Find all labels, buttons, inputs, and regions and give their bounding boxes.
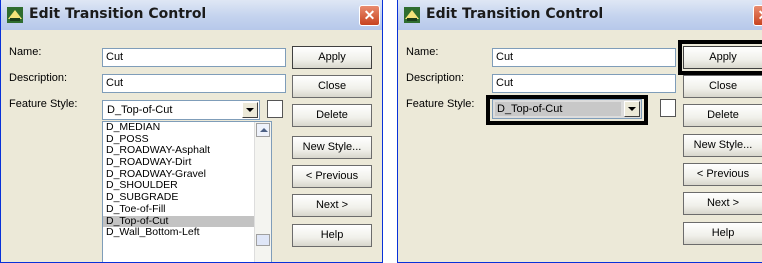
title-bar[interactable]: Edit Transition Control ✕ xyxy=(398,0,762,30)
description-field[interactable]: Cut xyxy=(492,74,676,93)
scroll-up-icon[interactable] xyxy=(256,123,270,137)
edit-transition-control-dialog-right: Edit Transition Control ✕ Name: Cut Desc… xyxy=(397,0,762,263)
feature-style-list[interactable]: D_MEDIAN D_POSS D_ROADWAY-Asphalt D_ROAD… xyxy=(102,121,272,262)
previous-button[interactable]: < Previous xyxy=(683,163,762,186)
close-button[interactable]: Close xyxy=(683,75,762,98)
edit-transition-control-dialog-left: Edit Transition Control ✕ Name: Cut Desc… xyxy=(0,0,383,263)
feature-style-highlight xyxy=(486,95,648,125)
close-button[interactable]: Close xyxy=(292,75,372,98)
name-field[interactable]: Cut xyxy=(102,48,286,67)
previous-button[interactable]: < Previous xyxy=(292,165,372,188)
list-item[interactable]: D_Wall_Bottom-Left xyxy=(103,226,271,239)
list-item[interactable]: D_Toe-of-Fill xyxy=(103,203,271,216)
roadway-app-icon xyxy=(404,7,420,23)
feature-style-dropdown[interactable]: D_Top-of-Cut xyxy=(102,100,260,120)
window-title: Edit Transition Control xyxy=(426,6,604,22)
new-style-button[interactable]: New Style... xyxy=(683,134,762,157)
close-icon[interactable]: ✕ xyxy=(753,5,762,26)
title-bar[interactable]: Edit Transition Control ✕ xyxy=(1,0,382,30)
close-icon[interactable]: ✕ xyxy=(359,5,380,26)
name-label: Name: xyxy=(406,46,439,58)
next-button[interactable]: Next > xyxy=(292,194,372,217)
list-item[interactable]: D_MEDIAN xyxy=(103,122,271,134)
help-button[interactable]: Help xyxy=(683,222,762,245)
description-field[interactable]: Cut xyxy=(102,74,286,93)
list-item[interactable]: D_ROADWAY-Dirt xyxy=(103,156,271,169)
scroll-thumb[interactable] xyxy=(256,234,270,246)
style-color-swatch[interactable] xyxy=(660,99,676,117)
apply-highlight xyxy=(678,40,762,75)
chevron-down-icon[interactable] xyxy=(242,102,258,118)
delete-button[interactable]: Delete xyxy=(292,104,372,127)
new-style-button[interactable]: New Style... xyxy=(292,136,372,159)
feature-style-label: Feature Style: xyxy=(406,98,475,110)
list-scrollbar[interactable] xyxy=(254,122,271,262)
help-button[interactable]: Help xyxy=(292,224,372,247)
feature-style-label: Feature Style: xyxy=(9,98,78,110)
style-color-swatch[interactable] xyxy=(267,100,283,118)
name-label: Name: xyxy=(9,46,42,58)
next-button[interactable]: Next > xyxy=(683,192,762,215)
delete-button[interactable]: Delete xyxy=(683,104,762,127)
description-label: Description: xyxy=(9,72,68,84)
roadway-app-icon xyxy=(7,7,23,23)
description-label: Description: xyxy=(406,72,465,84)
feature-style-value: D_Top-of-Cut xyxy=(107,104,173,116)
apply-button[interactable]: Apply xyxy=(292,46,372,69)
window-title: Edit Transition Control xyxy=(29,6,207,22)
name-field[interactable]: Cut xyxy=(492,48,676,67)
